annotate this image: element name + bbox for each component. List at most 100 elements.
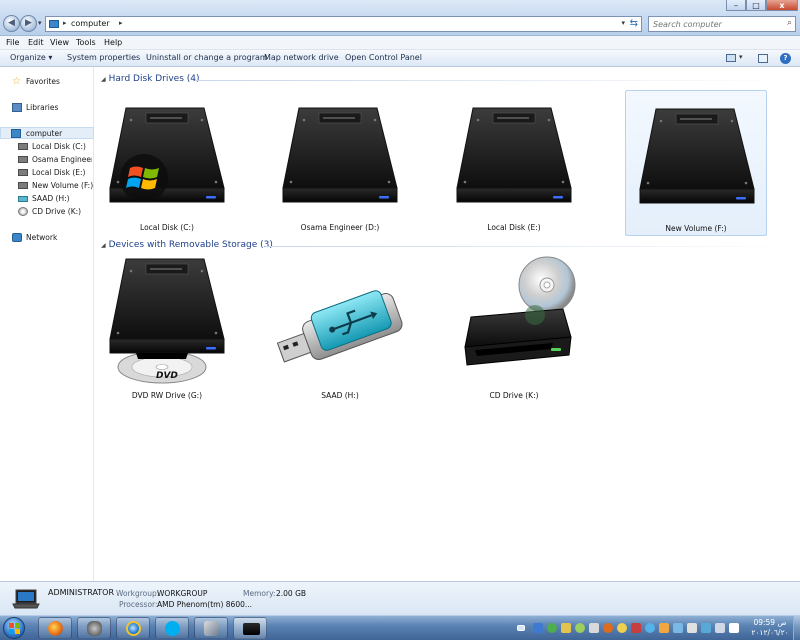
windows-logo-icon xyxy=(9,629,14,634)
volume-icon[interactable] xyxy=(715,623,725,633)
drive-tile-d[interactable]: Osama Engineer (D:) xyxy=(269,90,411,236)
maximize-button[interactable]: □ xyxy=(746,0,766,11)
system-properties-button[interactable]: System properties xyxy=(67,53,140,62)
organize-button[interactable]: Organize ▾ xyxy=(10,53,52,62)
address-history-chevron-icon[interactable]: ▾ xyxy=(621,19,625,27)
forward-button[interactable]: ▶ xyxy=(20,15,37,32)
back-button[interactable]: ◀ xyxy=(3,15,20,32)
tray-icon-10[interactable] xyxy=(659,623,669,633)
address-bar[interactable]: ▸ computer ▸ ▾ ⇆ xyxy=(45,16,642,32)
show-desktop-button[interactable] xyxy=(793,616,800,640)
title-bar: ◀ ▶ ▾ ▸ computer ▸ ▾ ⇆ ⌕ – □ x xyxy=(0,0,800,36)
view-options-chevron-icon[interactable]: ▾ xyxy=(739,53,743,61)
nav-drive-c[interactable]: Local Disk (C:) xyxy=(0,141,94,153)
nav-drive-f[interactable]: New Volume (F:) xyxy=(0,180,94,192)
menu-tools[interactable]: Tools xyxy=(76,38,96,47)
nav-network[interactable]: Network xyxy=(0,232,94,244)
network-status-icon[interactable] xyxy=(701,623,711,633)
tray-icon-5[interactable] xyxy=(589,623,599,633)
nav-drive-k[interactable]: CD Drive (K:) xyxy=(0,206,94,218)
windows-logo-icon xyxy=(9,623,14,628)
window-controls: – □ x xyxy=(726,0,798,11)
windows-logo-icon xyxy=(15,623,20,628)
close-button[interactable]: x xyxy=(766,0,798,11)
group-header-hard-disks[interactable]: ◢ Hard Disk Drives (4) xyxy=(101,74,200,84)
libraries-icon xyxy=(12,103,22,112)
hard-disk-icon xyxy=(639,108,755,204)
computer-icon xyxy=(12,589,40,609)
menu-file[interactable]: File xyxy=(6,38,19,47)
drive-tile-h[interactable]: SAAD (H:) xyxy=(269,255,411,401)
taskbar-explorer[interactable] xyxy=(233,617,267,639)
taskbar-app-2[interactable] xyxy=(77,617,111,639)
refresh-icon[interactable]: ⇆ xyxy=(630,18,638,29)
search-icon[interactable]: ⌕ xyxy=(787,18,792,28)
tray-icon-6[interactable] xyxy=(603,623,613,633)
drive-tile-k[interactable]: CD Drive (K:) xyxy=(443,255,585,401)
drive-label: SAAD (H:) xyxy=(321,391,359,400)
navigation-pane: ☆ Favorites Libraries computer Local Dis… xyxy=(0,67,94,581)
clock-time: 09:59 ص xyxy=(753,618,787,627)
uninstall-program-button[interactable]: Uninstall or change a program xyxy=(146,53,268,62)
clock[interactable]: 09:59 ص ٢٠١٢/٠٦/٢٠ xyxy=(748,618,792,638)
nav-drive-label: Osama Engineer (D:) xyxy=(32,155,92,164)
group-header-removable[interactable]: ◢ Devices with Removable Storage (3) xyxy=(101,240,273,250)
breadcrumb-chevron-icon[interactable]: ▸ xyxy=(119,19,123,27)
collapse-triangle-icon[interactable]: ◢ xyxy=(101,242,106,249)
nav-drive-label: SAAD (H:) xyxy=(32,194,70,203)
nav-favorites[interactable]: ☆ Favorites xyxy=(0,76,94,88)
tray-icon-11[interactable] xyxy=(673,623,683,633)
windows-logo-icon xyxy=(15,629,20,634)
nav-drive-d[interactable]: Osama Engineer (D:) xyxy=(0,154,94,166)
processor-value: AMD Phenom(tm) 8600... xyxy=(157,600,253,609)
nav-drive-label: CD Drive (K:) xyxy=(32,207,82,216)
open-control-panel-button[interactable]: Open Control Panel xyxy=(345,53,422,62)
menu-view[interactable]: View xyxy=(50,38,69,47)
tray-expand-icon[interactable] xyxy=(517,625,525,631)
recent-pages-chevron-icon[interactable]: ▾ xyxy=(38,19,42,27)
start-button[interactable] xyxy=(3,617,25,639)
drive-tile-f[interactable]: New Volume (F:) xyxy=(625,90,767,236)
nav-drive-h[interactable]: SAAD (H:) xyxy=(0,193,94,205)
nav-libraries[interactable]: Libraries xyxy=(0,102,94,114)
flag-icon[interactable] xyxy=(729,623,739,633)
menu-bar: File Edit View Tools Help xyxy=(0,36,800,50)
hard-disk-icon xyxy=(18,182,28,189)
change-view-icon[interactable] xyxy=(726,54,736,62)
breadcrumb-separator-icon[interactable]: ▸ xyxy=(63,19,67,27)
drive-tile-e[interactable]: Local Disk (E:) xyxy=(443,90,585,236)
preview-pane-icon[interactable] xyxy=(758,54,768,63)
explorer-drive-icon xyxy=(243,623,260,635)
taskbar-firefox[interactable] xyxy=(38,617,72,639)
tray-icon-4[interactable] xyxy=(575,623,585,633)
search-box[interactable]: ⌕ xyxy=(648,16,796,32)
tray-icon-7[interactable] xyxy=(617,623,627,633)
tray-icon-12[interactable] xyxy=(687,623,697,633)
collapse-triangle-icon[interactable]: ◢ xyxy=(101,76,106,83)
taskbar-internet-explorer[interactable] xyxy=(116,617,150,639)
menu-help[interactable]: Help xyxy=(104,38,122,47)
drive-tile-g[interactable]: DVD DVD RW Drive (G:) xyxy=(96,255,238,401)
map-network-drive-button[interactable]: Map network drive xyxy=(264,53,339,62)
back-arrow-icon: ◀ xyxy=(8,18,15,28)
search-input[interactable] xyxy=(649,17,779,31)
nav-drive-label: New Volume (F:) xyxy=(32,181,94,190)
tray-icon-3[interactable] xyxy=(561,623,571,633)
hard-disk-icon xyxy=(18,169,28,176)
tray-icon-2[interactable] xyxy=(547,623,557,633)
minimize-button[interactable]: – xyxy=(726,0,746,11)
taskbar-skype[interactable] xyxy=(155,617,189,639)
nav-favorites-label: Favorites xyxy=(26,77,60,86)
tray-icon-9[interactable] xyxy=(645,623,655,633)
nav-drive-label: Local Disk (E:) xyxy=(32,168,86,177)
taskbar-app-5[interactable] xyxy=(194,617,228,639)
nav-computer[interactable]: computer xyxy=(0,127,94,139)
help-icon[interactable]: ? xyxy=(780,53,791,64)
drive-tile-c[interactable]: Local Disk (C:) xyxy=(96,90,238,236)
cd-drive-icon xyxy=(464,256,576,366)
breadcrumb-computer[interactable]: computer xyxy=(71,19,110,28)
tray-icon-8[interactable] xyxy=(631,623,641,633)
tray-icon-1[interactable] xyxy=(533,623,543,633)
nav-drive-e[interactable]: Local Disk (E:) xyxy=(0,167,94,179)
menu-edit[interactable]: Edit xyxy=(28,38,44,47)
